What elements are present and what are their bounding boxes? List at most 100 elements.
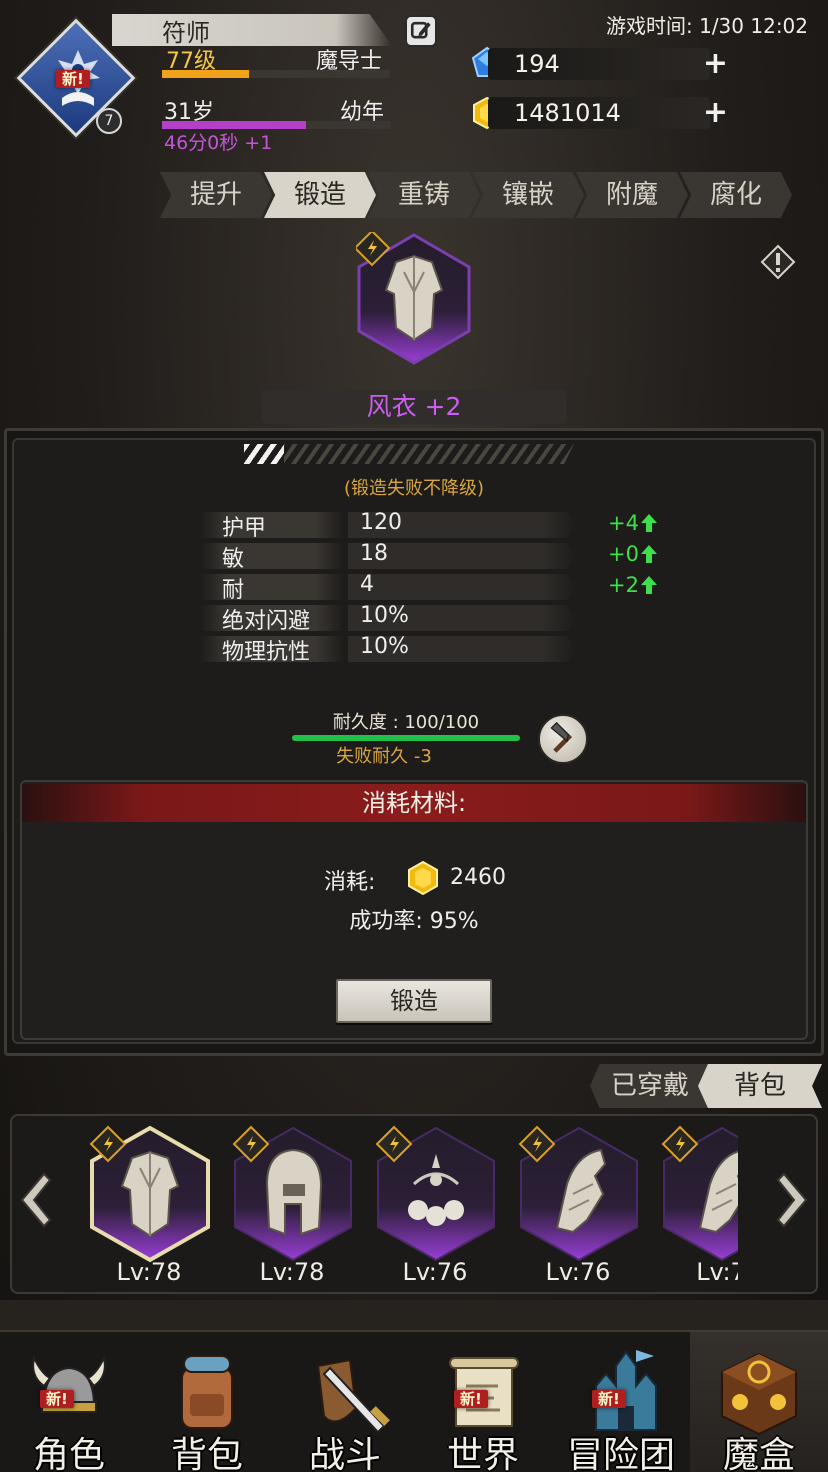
inventory-slot[interactable]: Lv:7	[650, 1118, 738, 1294]
stat-value-bg	[348, 574, 576, 600]
info-icon[interactable]	[760, 244, 796, 280]
item-level: Lv:78	[259, 1258, 325, 1286]
stat-value: 10%	[360, 603, 409, 628]
stat-name: 敏	[222, 547, 245, 572]
inventory-slot[interactable]: Lv:76	[507, 1118, 649, 1294]
stat-value: 18	[360, 541, 388, 566]
nav-item-2[interactable]: 战斗	[276, 1332, 414, 1472]
exp-bar	[162, 70, 390, 78]
exp-fill	[162, 70, 249, 78]
item-level: Lv:76	[545, 1258, 611, 1286]
backpack-icon	[181, 1355, 233, 1429]
gem-counter: 194 +	[488, 48, 728, 80]
forge-button[interactable]: 锻造	[336, 979, 492, 1023]
stat-row: 护甲 120	[200, 510, 580, 541]
tab-bag[interactable]: 背包	[698, 1064, 822, 1108]
forge-progress-track	[244, 444, 574, 464]
item-frame	[375, 1125, 495, 1262]
tab-4[interactable]: 附魔	[576, 172, 688, 218]
new-badge: 新!	[592, 1390, 626, 1408]
add-gold-button[interactable]: +	[703, 98, 728, 128]
success-rate: 成功率: 95%	[349, 909, 479, 934]
divider-strip	[0, 1300, 828, 1330]
cost-value: 2460	[450, 865, 506, 890]
magic-box-icon	[721, 1352, 797, 1436]
stat-delta: +2	[608, 573, 639, 597]
featured-item-slot[interactable]	[356, 232, 472, 366]
pencil-icon	[410, 21, 431, 39]
edit-name-button[interactable]	[405, 15, 437, 47]
stat-value: 120	[360, 510, 402, 535]
stat-name: 绝对闪避	[222, 609, 311, 634]
inventory-slot[interactable]: Lv:78	[78, 1118, 220, 1294]
tab-equipped[interactable]: 已穿戴	[590, 1064, 710, 1108]
stat-delta: +0	[608, 542, 639, 566]
stat-value: 4	[360, 572, 374, 597]
gold-amount: 1481014	[514, 99, 621, 127]
up-arrow-icon	[641, 576, 657, 594]
add-gems-button[interactable]: +	[703, 49, 728, 79]
nav-item-1[interactable]: 背包	[138, 1332, 276, 1472]
stat-name: 耐	[222, 578, 245, 603]
item-name: 风衣 +2	[262, 390, 566, 424]
item-frame	[661, 1125, 738, 1262]
inventory-strip: Lv:78 Lv:78 Lv:76 Lv:76 Lv:7	[78, 1118, 738, 1294]
gem-amount: 194	[514, 50, 560, 78]
stat-name: 物理抗性	[222, 640, 311, 665]
durability-bar	[292, 735, 520, 741]
durability-fill	[292, 735, 520, 741]
nav-item-3[interactable]: 新! 世界	[414, 1332, 552, 1472]
inventory-slot[interactable]: Lv:78	[221, 1118, 363, 1294]
nav-item-4[interactable]: 新! 冒险团	[552, 1332, 690, 1472]
up-arrow-icon	[641, 514, 657, 532]
materials-header: 消耗材料:	[22, 784, 806, 822]
new-badge: 新!	[40, 1390, 74, 1408]
game-time: 游戏时间: 1/30 12:02	[606, 14, 809, 38]
tab-5[interactable]: 腐化	[680, 172, 792, 218]
tab-2[interactable]: 重铸	[368, 172, 480, 218]
new-badge: 新!	[56, 70, 90, 88]
durability-label: 耐久度 : 100/100	[332, 712, 480, 733]
fail-durability-note: 失败耐久 -3	[336, 746, 432, 767]
stat-row: 耐4	[200, 572, 580, 603]
avatar-level-badge: 7	[96, 108, 122, 134]
tab-3[interactable]: 镶嵌	[472, 172, 584, 218]
bottom-nav: 新! 角色 背包 战斗 新! 世界 新! 冒险团 魔盒	[0, 1330, 828, 1472]
no-downgrade-note: (锻造失败不降级)	[343, 478, 485, 499]
nav-label: 角色	[32, 1435, 105, 1472]
scroll-right-arrow-icon[interactable]	[772, 1170, 814, 1230]
item-level: Lv:78	[116, 1258, 182, 1286]
name-banner	[112, 14, 392, 46]
item-frame	[232, 1125, 352, 1262]
tab-0[interactable]: 提升	[160, 172, 272, 218]
sword-shield-icon	[316, 1358, 390, 1434]
up-arrow-icon	[641, 545, 657, 563]
stat-row: 绝对闪避 10%	[200, 603, 580, 634]
nav-item-5[interactable]: 魔盒	[690, 1332, 828, 1472]
item-level: Lv:7	[696, 1258, 738, 1286]
gold-counter: 1481014 +	[488, 97, 728, 129]
forge-tabs: 提升 锻造 重铸 镶嵌 附魔 腐化	[160, 172, 800, 218]
nav-label: 战斗	[308, 1435, 381, 1472]
stat-value: 10%	[360, 634, 409, 659]
equip-bag-toggle: 已穿戴 背包	[590, 1064, 822, 1108]
nav-item-0[interactable]: 新! 角色	[0, 1332, 138, 1472]
nav-label: 世界	[446, 1435, 519, 1472]
gold-gem-icon	[408, 860, 438, 896]
nav-label: 背包	[170, 1435, 243, 1472]
cost-label: 消耗:	[324, 870, 376, 895]
item-frame	[89, 1125, 210, 1263]
item-frame	[518, 1125, 638, 1262]
age-timer: 46分0秒 +1	[164, 132, 273, 154]
tab-1[interactable]: 锻造	[264, 172, 376, 218]
stat-row: 敏 18	[200, 541, 580, 572]
stat-name: 护甲	[222, 516, 267, 541]
inventory-slot[interactable]: Lv:76	[364, 1118, 506, 1294]
repair-button[interactable]	[538, 714, 588, 764]
nav-label: 魔盒	[722, 1435, 795, 1472]
hammer-icon	[550, 721, 573, 753]
stat-row: 物理抗性 10%	[200, 634, 580, 665]
nav-label: 冒险团	[566, 1435, 675, 1472]
scroll-left-arrow-icon[interactable]	[14, 1170, 56, 1230]
stat-delta: +4	[608, 511, 639, 535]
